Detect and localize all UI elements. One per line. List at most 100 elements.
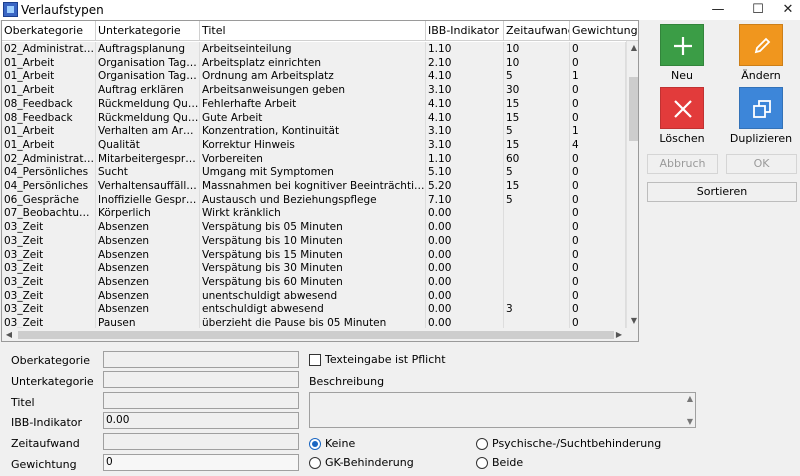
texteingabe-checkbox[interactable]: [309, 354, 321, 366]
table-row[interactable]: 03_Zeit Absenzen Verspätung bis 30 Minuten…: [2, 261, 626, 276]
table-cell: Gute Arbeit: [200, 110, 426, 125]
ok-button[interactable]: OK: [726, 154, 797, 174]
table-cell: Qualität: [96, 137, 200, 152]
duplicate-label: Duplizieren: [729, 132, 793, 145]
table-cell: 0: [570, 261, 626, 276]
table-row[interactable]: 01_Arbeit Qualität Korrektur Hinweis 3.10 15…: [2, 137, 626, 152]
table-row[interactable]: 01_Arbeit Organisation Tages... Arbeitspla…: [2, 55, 626, 70]
table-cell: 0: [570, 316, 626, 328]
maximize-icon[interactable]: ☐: [740, 0, 776, 20]
radio-keine[interactable]: [309, 438, 321, 450]
table-cell: 0: [570, 288, 626, 303]
table-row[interactable]: 01_ArbeitVerhalten am Arbeit...Konzentra…: [2, 124, 626, 139]
table-cell: 5: [504, 192, 570, 207]
table-row[interactable]: 04_Persönliches Sucht Umgang mit Symptomen…: [2, 165, 626, 180]
table-row[interactable]: 03_Zeit Absenzen Verspätung bis 05 Minuten…: [2, 220, 626, 235]
table-cell: Organisation Tages...: [98, 55, 200, 70]
table-cell: 03_Zeit: [2, 302, 96, 317]
table-cell: Rückmeldung Qualit...: [98, 96, 200, 111]
column-header-ibb-indikator[interactable]: IBB-Indikator: [426, 21, 504, 41]
verlaufstypen-table: Oberkategorie Unterkategorie Titel IBB-I…: [1, 20, 639, 342]
table-cell: Vorbereiten: [200, 151, 426, 166]
table-cell: 5.20: [426, 179, 504, 193]
table-cell: 2.10: [426, 55, 504, 70]
table-row[interactable]: 03_Zeit Absenzen unentschuldigt abwesend 0.…: [2, 288, 626, 303]
table-cell: 01_Arbeit: [2, 137, 96, 152]
edit-button[interactable]: [739, 24, 783, 66]
column-header-unterkategorie[interactable]: Unterkategorie: [96, 21, 200, 41]
scroll-down-icon[interactable]: ▼: [627, 314, 638, 328]
table-cell: 0: [570, 247, 626, 262]
pencil-icon: [754, 37, 771, 54]
radio-psychische-suchtbehinderung[interactable]: [476, 438, 488, 450]
scroll-up-icon[interactable]: ▲: [627, 41, 638, 55]
sort-button[interactable]: Sortieren: [647, 182, 797, 202]
table-cell: 5: [504, 124, 570, 139]
table-cell: überzieht die Pause bis 05 Minuten: [200, 316, 426, 328]
radio-gk-behinderung[interactable]: [309, 457, 321, 469]
table-cell: Konzentration, Kontinuität: [200, 124, 426, 139]
table-row[interactable]: 02_Administratives Auftragsplanung Arbeits…: [2, 42, 626, 56]
table-cell: 0.00: [426, 274, 504, 289]
duplicate-button[interactable]: [739, 87, 783, 129]
table-row[interactable]: 04_PersönlichesVerhaltensauffälligk...Ma…: [2, 179, 626, 193]
textarea-scroll-down-icon[interactable]: ▼: [687, 417, 693, 426]
table-cell: 7.10: [426, 192, 504, 207]
table-row[interactable]: 08_FeedbackRückmeldung Qualit...Gute Arb…: [2, 110, 626, 125]
table-row[interactable]: 07_Beobachtungen Körperlich Wirkt kränklic…: [2, 206, 626, 221]
table-cell: 0: [570, 96, 626, 111]
titel-field[interactable]: [103, 392, 299, 409]
vertical-scroll-thumb[interactable]: [629, 77, 638, 141]
table-cell: 0: [570, 110, 626, 125]
close-icon[interactable]: ✕: [776, 0, 800, 20]
vertical-scrollbar[interactable]: ▲ ▼: [626, 41, 638, 328]
table-cell: 04_Persönliches: [2, 179, 96, 193]
scroll-left-icon[interactable]: ◀: [2, 328, 16, 341]
column-header-gewichtung[interactable]: Gewichtung: [570, 21, 638, 41]
table-row[interactable]: 03_Zeit Absenzen entschuldigt abwesend 0.00…: [2, 302, 626, 317]
table-row[interactable]: 02_Administratives Mitarbeitergespräche Vo…: [2, 151, 626, 166]
title-bar[interactable]: Verlaufstypen — ☐ ✕: [0, 0, 800, 20]
beschreibung-label: Beschreibung: [309, 375, 385, 388]
table-row[interactable]: 03_Zeit Absenzen Verspätung bis 10 Minuten…: [2, 233, 626, 248]
horizontal-scrollbar[interactable]: ◀ ▶: [2, 328, 626, 341]
gewichtung-field[interactable]: 0: [103, 454, 299, 471]
oberkategorie-field[interactable]: [103, 351, 299, 368]
horizontal-scroll-thumb[interactable]: [18, 331, 614, 339]
column-header-titel[interactable]: Titel: [200, 21, 426, 41]
edit-label: Ändern: [741, 69, 781, 82]
table-cell: 15: [504, 137, 570, 152]
table-cell: 06_Gespräche: [2, 192, 96, 207]
table-cell: 07_Beobachtungen: [4, 206, 96, 221]
table-cell: 15: [504, 110, 570, 125]
table-row[interactable]: 03_Zeit Absenzen Verspätung bis 60 Minuten…: [2, 274, 626, 289]
table-header: Oberkategorie Unterkategorie Titel IBB-I…: [2, 21, 638, 41]
table-cell: Verspätung bis 10 Minuten: [200, 233, 426, 248]
scroll-right-icon[interactable]: ▶: [612, 328, 626, 341]
column-header-zeitaufwand[interactable]: Zeitaufwand: [504, 21, 570, 41]
unterkategorie-field[interactable]: [103, 371, 299, 388]
texteingabe-label: Texteingabe ist Pflicht: [325, 353, 446, 366]
radio-beide[interactable]: [476, 457, 488, 469]
table-cell: 4: [570, 137, 626, 152]
zeitaufwand-field[interactable]: [103, 433, 299, 450]
table-row[interactable]: 01_Arbeit Auftrag erklären Arbeitsanweisun…: [2, 83, 626, 98]
table-row[interactable]: 08_FeedbackRückmeldung Qualit...Fehlerha…: [2, 96, 626, 111]
beschreibung-textarea[interactable]: ▲ ▼: [309, 392, 696, 428]
minimize-icon[interactable]: —: [700, 0, 736, 20]
textarea-scroll-up-icon[interactable]: ▲: [687, 394, 693, 403]
table-cell: 30: [504, 83, 570, 98]
table-row[interactable]: 03_Zeit Pausen überzieht die Pause bis 05 …: [2, 316, 626, 328]
app-icon: [3, 2, 18, 17]
table-row[interactable]: 01_Arbeit Organisation Tages... Ordnung am…: [2, 69, 626, 84]
table-cell: Verspätung bis 60 Minuten: [200, 274, 426, 289]
ibb-indikator-field[interactable]: 0.00: [103, 412, 299, 429]
new-button[interactable]: [660, 24, 704, 66]
table-row[interactable]: 06_Gespräche Inoffizielle Gespräche Austau…: [2, 192, 626, 207]
table-cell: 01_Arbeit: [2, 69, 96, 84]
column-header-oberkategorie[interactable]: Oberkategorie: [2, 21, 96, 41]
table-cell: 0: [570, 179, 626, 193]
cancel-button[interactable]: Abbruch: [647, 154, 718, 174]
delete-button[interactable]: [660, 87, 704, 129]
table-row[interactable]: 03_Zeit Absenzen Verspätung bis 15 Minuten…: [2, 247, 626, 262]
